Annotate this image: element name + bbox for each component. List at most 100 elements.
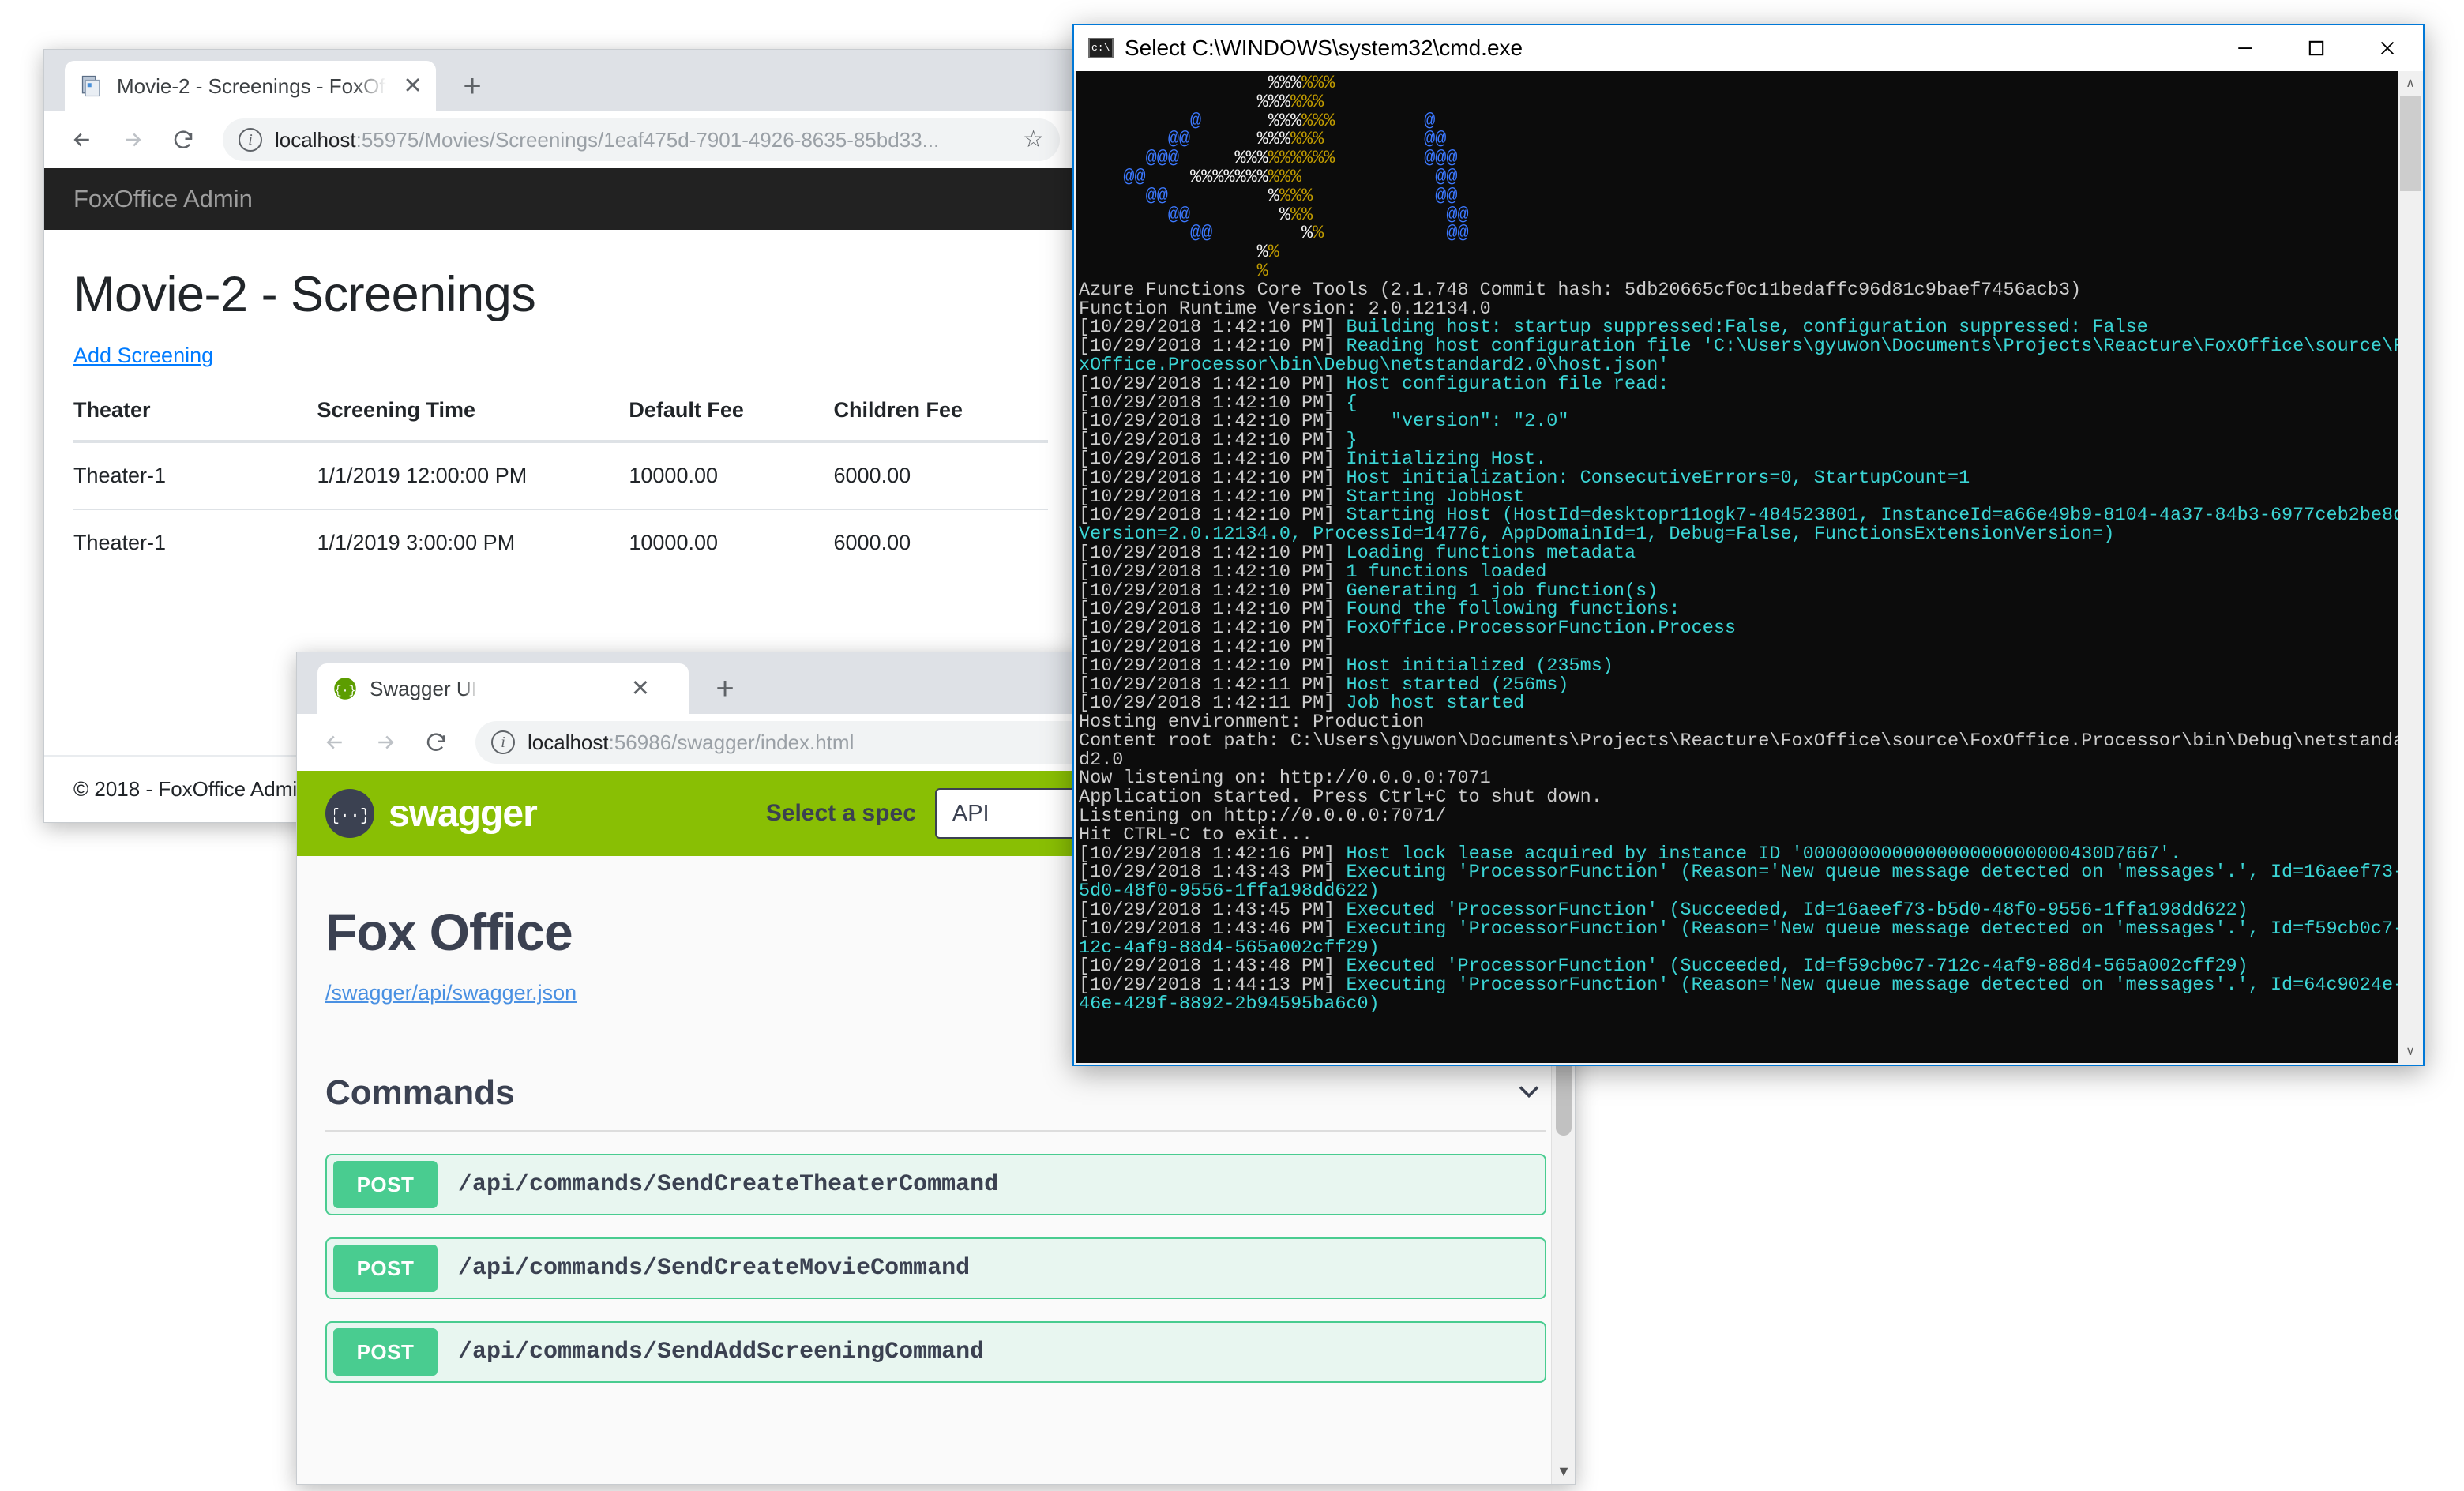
cmd-output-line: 5d0-48f0-9556-1ffa198dd622) (1079, 881, 1380, 903)
scroll-up-icon[interactable]: ∧ (2398, 71, 2422, 95)
cmd-output-line: Listening on http://0.0.0.0:7071/ (1079, 806, 1447, 828)
forward-icon[interactable] (112, 119, 153, 160)
azure-functions-ascii-logo: %%%%%% %%%%%% @ %%%%%% @ @@ %%%%%% @@ @@… (1079, 73, 1469, 282)
back-icon[interactable] (314, 722, 355, 763)
svg-text:{·}: {·} (334, 684, 355, 697)
cmd-output-line: [10/29/2018 1:44:13 PM] Executing 'Proce… (1079, 975, 2398, 997)
scroll-down-icon[interactable]: ▼ (1552, 1459, 1575, 1484)
cmd-output-line: 12c-4af9-88d4-565a002cff29) (1079, 937, 1380, 959)
scroll-down-icon[interactable]: ∨ (2398, 1039, 2422, 1063)
maximize-button[interactable] (2281, 25, 2352, 71)
swagger-logo-icon: {··} (325, 789, 374, 838)
cmd-output-line: [10/29/2018 1:42:10 PM] } (1079, 430, 1358, 452)
swagger-tab-close-icon[interactable]: ✕ (627, 675, 654, 702)
cell-theater: Theater-1 (73, 441, 317, 509)
section-header-commands[interactable]: Commands (325, 1073, 1546, 1132)
cmd-output-line: Azure Functions Core Tools (2.1.748 Comm… (1079, 279, 2082, 301)
page-icon (81, 75, 100, 97)
admin-url-rest: :55975/Movies/Screenings/1eaf475d-7901-4… (355, 127, 940, 152)
back-icon[interactable] (62, 119, 103, 160)
forward-icon[interactable] (365, 722, 406, 763)
cmd-titlebar[interactable]: Select C:\WINDOWS\system32\cmd.exe (1074, 25, 2423, 71)
bookmark-star-icon[interactable]: ☆ (1023, 128, 1044, 152)
cmd-output-line: [10/29/2018 1:43:46 PM] Executing 'Proce… (1079, 918, 2398, 940)
select-a-spec-label: Select a spec (765, 800, 916, 826)
cell-default-fee: 10000.00 (629, 441, 834, 509)
cmd-output-line: [10/29/2018 1:42:10 PM] Host initialized… (1079, 655, 1613, 677)
cmd-output-line: Now listening on: http://0.0.0.0:7071 (1079, 768, 1491, 790)
cmd-output-line: [10/29/2018 1:42:10 PM] Host configurati… (1079, 373, 1670, 395)
chevron-down-icon[interactable] (1512, 1074, 1546, 1113)
admin-browser-tab[interactable]: Movie-2 - Screenings - FoxOffice ✕ (65, 61, 436, 111)
reload-icon[interactable] (415, 722, 456, 763)
swagger-json-link[interactable]: /swagger/api/swagger.json (325, 981, 577, 1005)
desktop: Movie-2 - Screenings - FoxOffice ✕ + i l… (0, 0, 2464, 1491)
cmd-output-line: [10/29/2018 1:42:10 PM] Reading host con… (1079, 336, 2398, 358)
cell-default-fee: 10000.00 (629, 509, 834, 576)
cmd-output-line: [10/29/2018 1:42:11 PM] Host started (25… (1079, 674, 1569, 696)
cmd-output-line: [10/29/2018 1:42:11 PM] Job host started (1079, 693, 1525, 715)
cmd-screen[interactable]: %%%%%% %%%%%% @ %%%%%% @ @@ %%%%%% @@ @@… (1076, 71, 2398, 1063)
swagger-wordmark: swagger (389, 792, 538, 835)
column-header-theater: Theater (73, 398, 317, 443)
operation-row[interactable]: POST /api/commands/SendCreateMovieComman… (325, 1237, 1546, 1299)
screenings-table: Theater Screening Time Default Fee Child… (73, 398, 1048, 576)
cmd-scrollbar[interactable]: ∧ ∨ (2398, 71, 2421, 1063)
cmd-output-line: [10/29/2018 1:43:48 PM] Executed 'Proces… (1079, 956, 2248, 978)
cmd-output-line: [10/29/2018 1:42:10 PM] Loading function… (1079, 542, 1636, 564)
swagger-tab-title: Swagger UI (370, 676, 477, 700)
operation-row[interactable]: POST /api/commands/SendCreateTheaterComm… (325, 1154, 1546, 1215)
table-row: Theater-1 1/1/2019 12:00:00 PM 10000.00 … (73, 441, 1048, 509)
site-info-icon[interactable]: i (491, 730, 515, 754)
cmd-output-line: [10/29/2018 1:43:45 PM] Executed 'Proces… (1079, 899, 2248, 922)
cmd-output-line: [10/29/2018 1:42:10 PM] Initializing Hos… (1079, 448, 1547, 470)
operation-path: /api/commands/SendCreateTheaterCommand (458, 1171, 999, 1198)
reload-icon[interactable] (163, 119, 204, 160)
admin-address-bar[interactable]: i localhost:55975/Movies/Screenings/1eaf… (223, 118, 1060, 161)
cmd-output: Azure Functions Core Tools (2.1.748 Comm… (1079, 279, 2398, 1014)
table-row: Theater-1 1/1/2019 3:00:00 PM 10000.00 6… (73, 509, 1048, 576)
cmd-output-line: [10/29/2018 1:42:10 PM] 1 functions load… (1079, 561, 1547, 583)
admin-tab-title: Movie-2 - Screenings - FoxOffice (117, 73, 386, 98)
cmd-output-line: [10/29/2018 1:42:10 PM] "version": "2.0" (1079, 411, 1569, 433)
svg-text:{··}: {··} (334, 806, 366, 825)
cmd-output-line: [10/29/2018 1:42:10 PM] Found the follow… (1079, 599, 1681, 621)
site-info-icon[interactable]: i (239, 128, 262, 152)
cmd-output-line: [10/29/2018 1:42:10 PM] { (1079, 392, 1358, 414)
cmd-output-line: [10/29/2018 1:42:10 PM] Generating 1 job… (1079, 580, 1658, 602)
cmd-output-line: [10/29/2018 1:43:43 PM] Executing 'Proce… (1079, 862, 2398, 884)
admin-brand[interactable]: FoxOffice Admin (73, 185, 253, 213)
column-header-default-fee: Default Fee (629, 398, 834, 443)
http-method-badge: POST (333, 1161, 438, 1208)
cell-children-fee: 6000.00 (833, 441, 1048, 509)
minimize-button[interactable] (2210, 25, 2281, 71)
swagger-url-host: localhost (528, 730, 609, 754)
spec-select-value: API (952, 800, 990, 826)
cmd-output-line: Application started. Press Ctrl+C to shu… (1079, 787, 1602, 809)
admin-new-tab-button[interactable]: + (455, 69, 490, 103)
cell-children-fee: 6000.00 (833, 509, 1048, 576)
add-screening-link[interactable]: Add Screening (73, 344, 213, 368)
cmd-output-line: Version=2.0.12134.0, ProcessId=14776, Ap… (1079, 524, 2115, 546)
cmd-output-line: d2.0 (1079, 749, 1124, 771)
cmd-console-window: Select C:\WINDOWS\system32\cmd.exe %%%%%… (1072, 24, 2425, 1066)
admin-navbar: FoxOffice Admin (44, 168, 1077, 230)
swagger-browser-tab[interactable]: {·} Swagger UI ✕ (317, 663, 689, 714)
cmd-icon (1088, 38, 1114, 58)
section-title: Commands (325, 1073, 515, 1112)
swagger-new-tab-button[interactable]: + (708, 671, 742, 706)
cmd-output-line: [10/29/2018 1:42:10 PM] Host initializat… (1079, 467, 1970, 489)
cmd-output-line: Function Runtime Version: 2.0.12134.0 (1079, 298, 1491, 320)
cmd-output-line: Content root path: C:\Users\gyuwon\Docum… (1079, 730, 2398, 752)
cell-screening-time: 1/1/2019 3:00:00 PM (317, 509, 629, 576)
swagger-icon: {·} (334, 678, 356, 700)
page-title: Movie-2 - Screenings (73, 267, 536, 322)
cmd-output-line: [10/29/2018 1:42:10 PM] Starting Host (H… (1079, 505, 2398, 527)
scrollbar-thumb[interactable] (2400, 96, 2421, 191)
column-header-screening-time: Screening Time (317, 398, 629, 443)
http-method-badge: POST (333, 1328, 438, 1376)
cmd-output-line: xOffice.Processor\bin\Debug\netstandard2… (1079, 354, 1670, 376)
close-button[interactable] (2352, 25, 2423, 71)
operation-row[interactable]: POST /api/commands/SendAddScreeningComma… (325, 1321, 1546, 1383)
admin-tab-close-icon[interactable]: ✕ (400, 73, 425, 100)
